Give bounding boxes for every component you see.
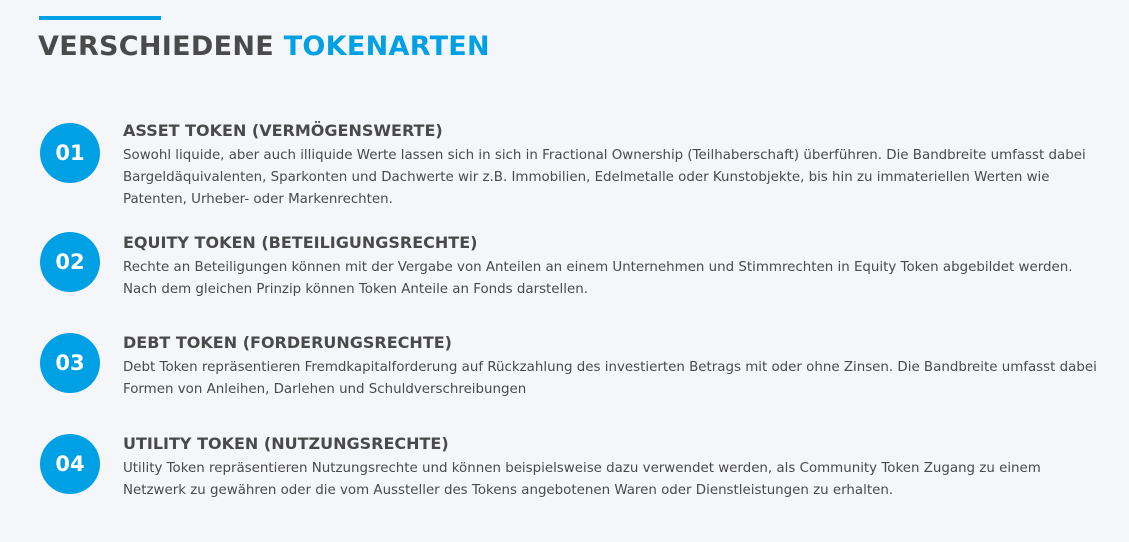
token-description: Utility Token repräsentieren Nutzungsrec… (123, 461, 1041, 498)
token-heading: ASSET TOKEN (VERMÖGENSWERTE) (123, 121, 443, 140)
token-description: Sowohl liquide, aber auch illiquide Wert… (123, 148, 1086, 207)
number-badge: 02 (40, 232, 100, 292)
page-title-part-2: TOKENARTEN (283, 31, 490, 62)
token-body: UTILITY TOKEN (NUTZUNGSRECHTE) Utility T… (123, 434, 1098, 502)
page-title-part-1: VERSCHIEDENE (38, 31, 274, 62)
number-badge: 03 (40, 333, 100, 393)
number-badge: 01 (40, 123, 100, 183)
token-body: DEBT TOKEN (FORDERUNGSRECHTE) Debt Token… (123, 333, 1098, 401)
token-heading: DEBT TOKEN (FORDERUNGSRECHTE) (123, 333, 452, 352)
token-description: Rechte an Beteiligungen können mit der V… (123, 260, 1073, 297)
page-title: VERSCHIEDENE TOKENARTEN (38, 30, 490, 64)
token-body: EQUITY TOKEN (BETEILIGUNGSRECHTE) Rechte… (123, 233, 1098, 301)
number-badge: 04 (40, 434, 100, 494)
token-body: ASSET TOKEN (VERMÖGENSWERTE) Sowohl liqu… (123, 121, 1098, 211)
title-accent-line (39, 16, 161, 20)
token-description: Debt Token repräsentieren Fremdkapitalfo… (123, 360, 1097, 397)
token-heading: EQUITY TOKEN (BETEILIGUNGSRECHTE) (123, 233, 478, 252)
token-heading: UTILITY TOKEN (NUTZUNGSRECHTE) (123, 434, 449, 453)
